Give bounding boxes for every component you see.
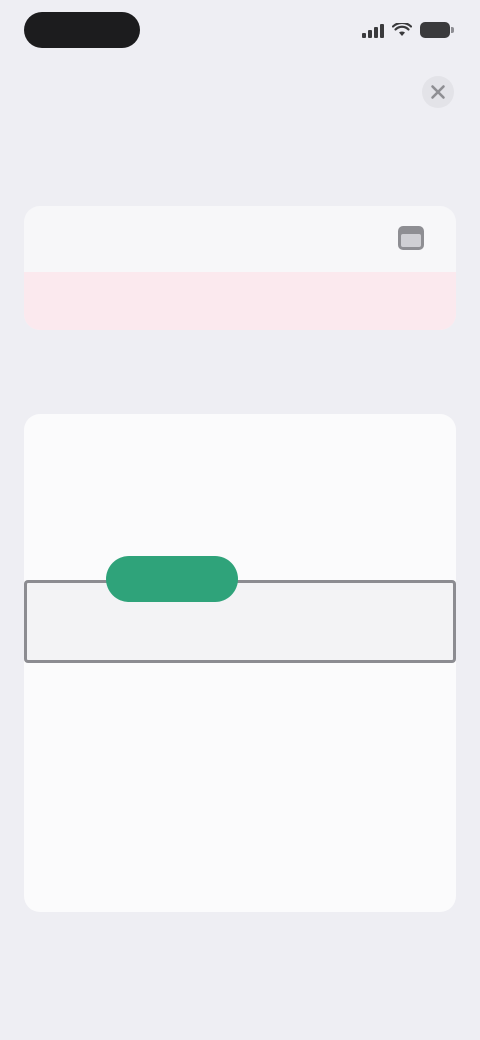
status-icons: [362, 20, 454, 40]
list-item[interactable]: [24, 829, 456, 912]
result-list: [24, 414, 456, 912]
close-button[interactable]: [420, 74, 456, 110]
list-item-selected[interactable]: [24, 580, 456, 663]
floating-action-button[interactable]: [106, 556, 238, 602]
close-icon: [422, 76, 454, 108]
summary-card: [24, 206, 456, 330]
list-item[interactable]: [24, 414, 456, 497]
list-item[interactable]: [24, 497, 456, 580]
status-bar: [0, 0, 480, 64]
signal-icon: [362, 22, 384, 38]
alert-banner-button[interactable]: [24, 272, 456, 330]
summary-row[interactable]: [24, 206, 456, 272]
status-time: [24, 12, 140, 48]
list-item[interactable]: [24, 746, 456, 829]
list-item[interactable]: [24, 663, 456, 746]
wifi-icon: [392, 23, 412, 36]
battery-icon: [420, 22, 454, 38]
phone-screen: [0, 0, 480, 1040]
calendar-icon: [398, 226, 424, 250]
summary-right: [398, 226, 434, 250]
